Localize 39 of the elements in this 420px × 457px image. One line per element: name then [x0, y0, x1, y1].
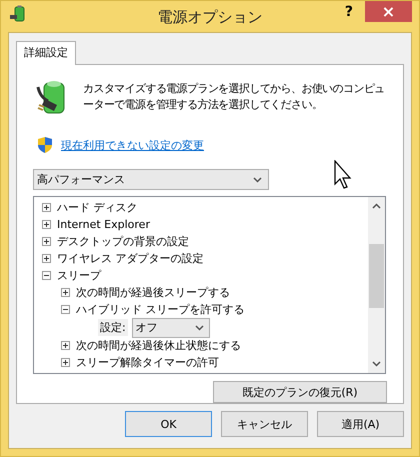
expander-icon[interactable] — [61, 358, 70, 367]
help-button[interactable]: ? — [338, 1, 359, 23]
plan-dropdown[interactable]: 高パフォーマンス — [33, 169, 269, 190]
mouse-pointer-icon — [334, 160, 354, 190]
expander-icon[interactable] — [61, 288, 70, 297]
chevron-down-icon — [253, 176, 262, 182]
tab[interactable]: 詳細設定 — [16, 41, 76, 65]
setting-label: 設定: — [98, 319, 128, 336]
scroll-up-icon[interactable] — [372, 203, 381, 209]
expander-icon[interactable] — [42, 203, 51, 212]
restore-defaults-button[interactable]: 既定のプランの復元(R) — [213, 381, 387, 403]
tree-item[interactable]: ハイブリッド スリープを許可する — [76, 302, 244, 317]
tree-item[interactable]: スリープ — [57, 268, 101, 283]
dialog-button[interactable]: キャンセル — [221, 411, 308, 437]
tree-item[interactable]: ワイヤレス アダプターの設定 — [57, 251, 204, 266]
close-button[interactable]: × — [365, 1, 412, 22]
battery-plug-icon — [9, 5, 27, 23]
window-title: 電源オプション — [158, 7, 262, 27]
expander-icon[interactable] — [61, 341, 70, 350]
setting-dropdown[interactable]: オフ — [132, 318, 210, 338]
expander-icon[interactable] — [61, 305, 70, 314]
tree-item[interactable]: ハード ディスク — [57, 200, 138, 215]
expander-icon[interactable] — [42, 271, 51, 280]
chevron-down-icon — [194, 324, 204, 330]
tree-item[interactable]: Internet Explorer — [57, 218, 150, 231]
description-text: カスタマイズする電源プランを選択してから、お使いのコンピューターで電源を管理する方法を選択してください。 — [83, 81, 386, 113]
expander-icon[interactable] — [42, 254, 51, 263]
dialog-button[interactable]: OK — [125, 411, 212, 437]
tree-item[interactable]: デスクトップの背景の設定 — [57, 234, 189, 249]
dialog-button[interactable]: 適用(A) — [317, 411, 404, 437]
scrollbar[interactable] — [368, 197, 385, 373]
tree-item[interactable]: スリープ解除タイマーの許可 — [76, 355, 219, 370]
tree-item[interactable]: 次の時間が経過後休止状態にする — [76, 338, 241, 353]
scroll-down-icon[interactable] — [372, 361, 381, 367]
tree-item[interactable]: 次の時間が経過後スリープする — [76, 285, 230, 300]
expander-icon[interactable] — [42, 220, 51, 229]
change-settings-link[interactable]: 現在利用できない設定の変更 — [61, 138, 204, 152]
shield-icon — [38, 137, 52, 153]
expander-icon[interactable] — [42, 237, 51, 246]
